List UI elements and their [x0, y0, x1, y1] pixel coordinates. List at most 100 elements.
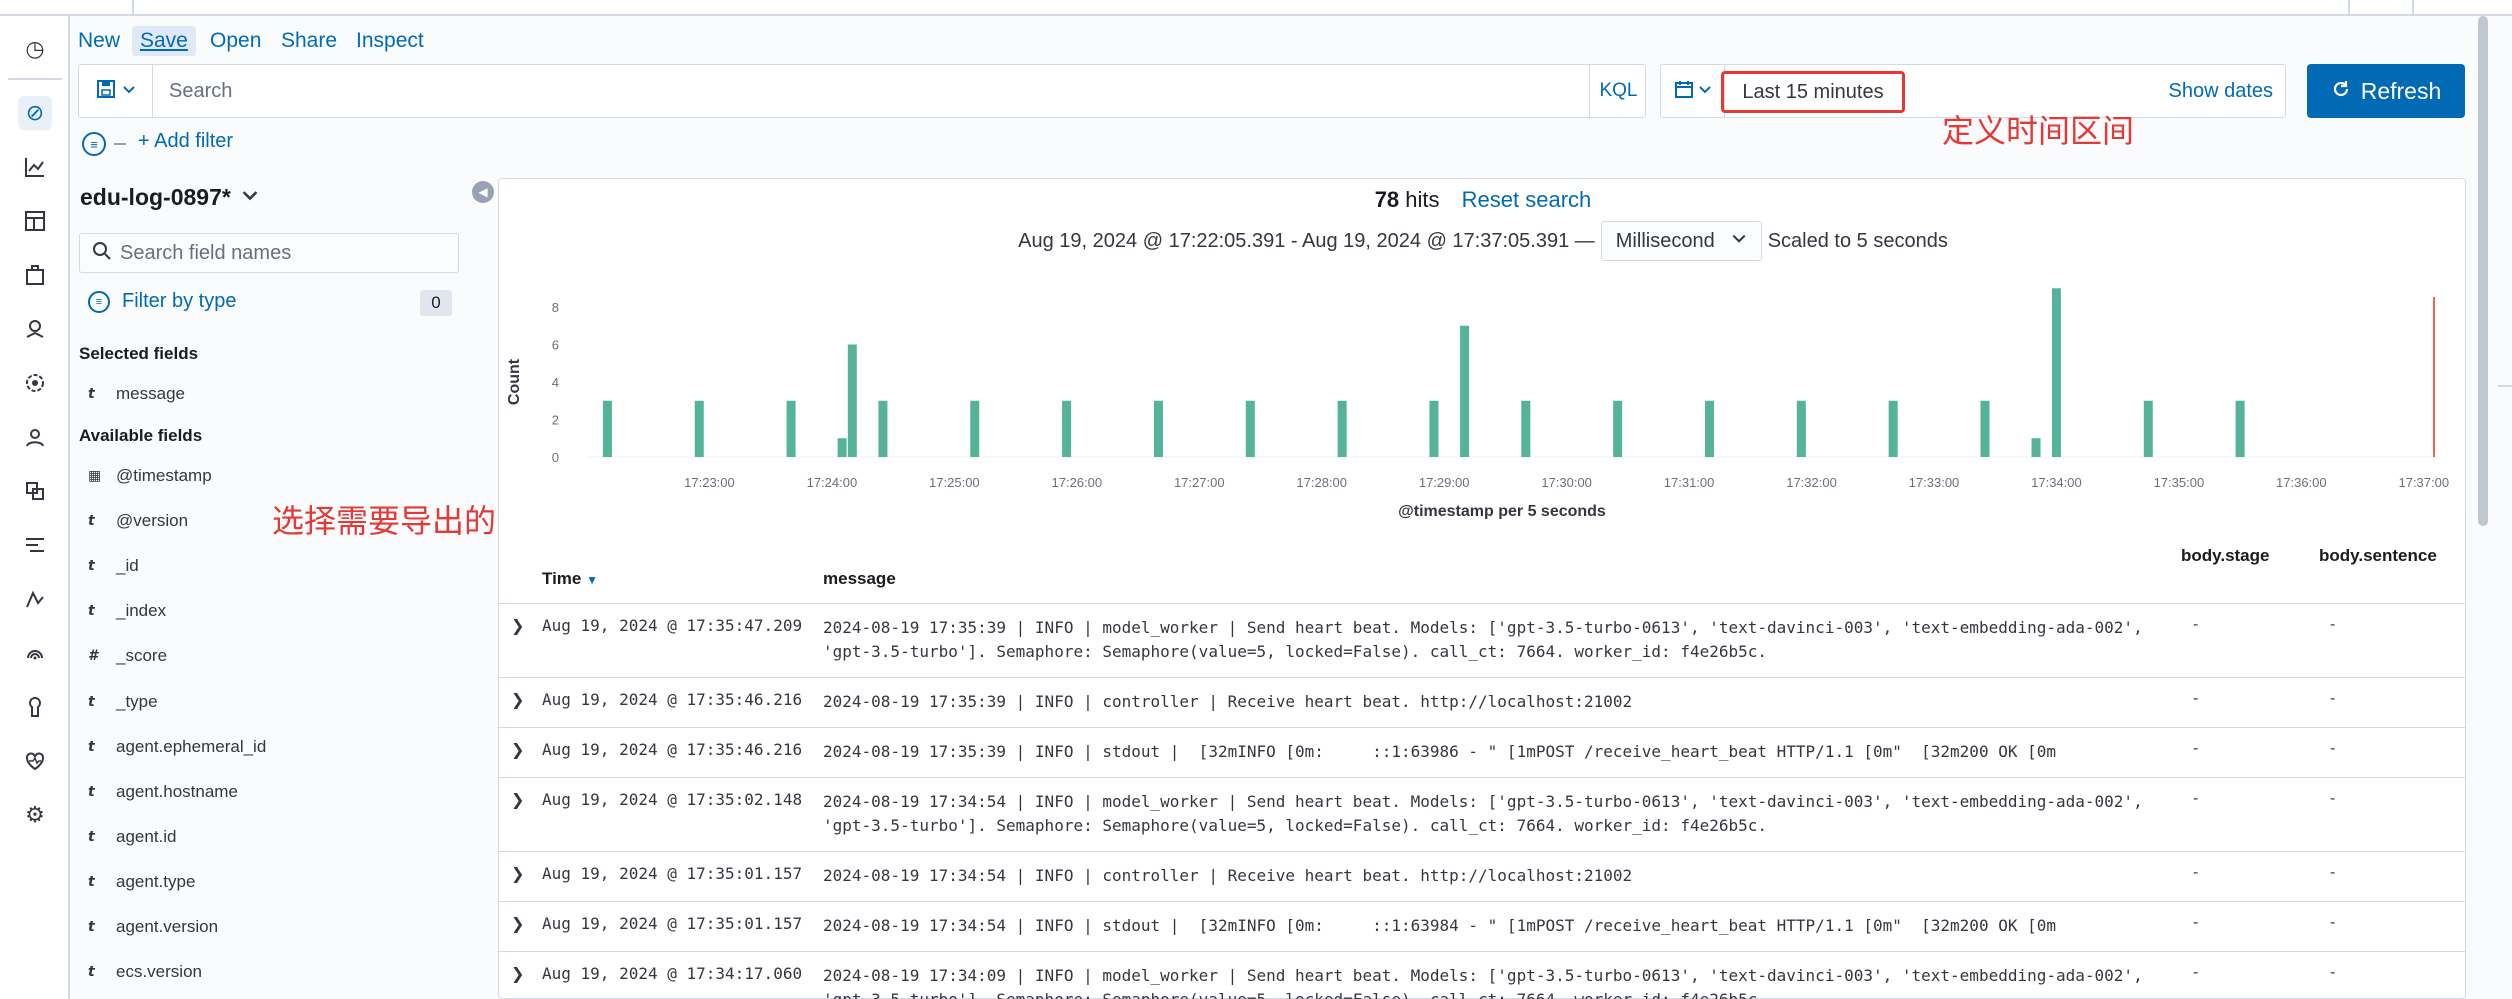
chevron-down-icon — [122, 81, 136, 102]
index-pattern-label: edu-log-0897* — [80, 184, 231, 210]
table-row[interactable]: ❯ Aug 19, 2024 @ 17:35:01.157 2024-08-19… — [499, 851, 2465, 901]
table-row[interactable]: ❯ Aug 19, 2024 @ 17:35:02.148 2024-08-19… — [499, 777, 2465, 851]
reset-search-link[interactable]: Reset search — [1462, 187, 1592, 212]
row-time: Aug 19, 2024 @ 17:34:17.060 — [542, 964, 803, 983]
histogram-bar — [837, 438, 847, 457]
maps-icon[interactable] — [18, 312, 52, 346]
interval-select[interactable]: Millisecond — [1600, 221, 1762, 261]
expand-row-icon[interactable]: ❯ — [511, 914, 524, 934]
settings-icon[interactable]: ⚙ — [18, 798, 52, 832]
expand-row-icon[interactable]: ❯ — [511, 964, 524, 984]
table-row[interactable]: ❯ Aug 19, 2024 @ 17:35:01.157 2024-08-19… — [499, 901, 2465, 951]
compass-icon[interactable]: ⊘ — [18, 96, 52, 130]
chart-icon[interactable] — [18, 150, 52, 184]
inspect-link[interactable]: Inspect — [356, 26, 424, 56]
refresh-button[interactable]: Refresh — [2307, 64, 2465, 118]
field-item-message[interactable]: t message — [88, 379, 185, 409]
x-tick-label: 17:25:00 — [929, 475, 980, 490]
users-icon[interactable] — [18, 420, 52, 454]
table-row[interactable]: ❯ Aug 19, 2024 @ 17:35:46.216 2024-08-19… — [499, 677, 2465, 727]
row-time: Aug 19, 2024 @ 17:35:47.209 — [542, 616, 803, 635]
field-name: agent.type — [116, 872, 196, 891]
range-text: Aug 19, 2024 @ 17:22:05.391 - Aug 19, 20… — [1018, 229, 1595, 252]
time-range-display[interactable]: Last 15 minutes — [1721, 71, 1905, 113]
field-item[interactable]: # _score — [88, 641, 167, 671]
index-pattern-selector[interactable]: edu-log-0897* — [80, 184, 259, 211]
row-stage: - — [2193, 964, 2199, 981]
sentence-column-header[interactable]: body.sentence — [2319, 546, 2437, 566]
open-link[interactable]: Open — [210, 26, 261, 56]
clock-icon[interactable]: ◷ — [18, 32, 52, 66]
x-tick-label: 17:27:00 — [1174, 475, 1225, 490]
histogram-bar — [1521, 400, 1531, 457]
scaled-note: Scaled to 5 seconds — [1767, 229, 1948, 252]
field-item[interactable]: t @version — [88, 506, 188, 536]
apm-icon[interactable] — [18, 582, 52, 616]
field-item[interactable]: t agent.hostname — [88, 777, 238, 807]
uptime-icon[interactable] — [18, 636, 52, 670]
number-type-icon: # — [88, 648, 98, 664]
expand-row-icon[interactable]: ❯ — [511, 790, 524, 810]
new-link[interactable]: New — [78, 26, 120, 56]
row-message: 2024-08-19 17:35:39 | INFO | stdout | [3… — [823, 742, 2056, 761]
collapse-sidebar-icon[interactable]: ◀ — [472, 181, 494, 203]
histogram-bar — [1337, 400, 1347, 457]
filter-by-type-button[interactable]: ≡ Filter by type — [88, 290, 236, 313]
field-name: _index — [116, 601, 167, 620]
string-type-icon: t — [88, 739, 95, 755]
message-column-header[interactable]: message — [823, 569, 896, 589]
histogram-bar — [878, 400, 888, 457]
field-item[interactable]: t _index — [88, 596, 166, 626]
field-item[interactable]: t agent.ephemeral_id — [88, 732, 266, 762]
histogram-bar — [2143, 400, 2153, 457]
show-dates-button[interactable]: Show dates — [2168, 65, 2273, 117]
x-tick-label: 17:33:00 — [1909, 475, 1960, 490]
page-scrollbar[interactable] — [2478, 16, 2488, 526]
expand-row-icon[interactable]: ❯ — [511, 616, 524, 636]
y-tick-label: 6 — [552, 338, 559, 353]
field-item[interactable]: ▦ @timestamp — [88, 461, 212, 491]
time-column-header[interactable]: Time ▼ — [542, 569, 598, 589]
field-name: _type — [116, 692, 158, 711]
field-item[interactable]: t _type — [88, 687, 158, 717]
x-axis-label: @timestamp per 5 seconds — [1398, 503, 1606, 519]
kql-toggle[interactable]: KQL — [1589, 65, 1647, 117]
field-item[interactable]: t ecs.version — [88, 957, 202, 987]
search-input[interactable] — [169, 73, 1659, 109]
dashboard-icon[interactable] — [18, 204, 52, 238]
filter-by-type-label: Filter by type — [122, 290, 237, 312]
expand-row-icon[interactable]: ❯ — [511, 740, 524, 760]
row-stage: - — [2193, 914, 2199, 931]
canvas-icon[interactable] — [18, 258, 52, 292]
saved-queries-button[interactable] — [79, 65, 153, 117]
string-type-icon: t — [88, 694, 95, 710]
row-message: 2024-08-19 17:34:54 | INFO | stdout | [3… — [823, 916, 2056, 935]
row-message: 2024-08-19 17:35:39 | INFO | controller … — [823, 692, 1633, 711]
table-row[interactable]: ❯ Aug 19, 2024 @ 17:35:47.209 2024-08-19… — [499, 603, 2465, 677]
results-panel: 78 hits Reset search Aug 19, 2024 @ 17:2… — [498, 178, 2466, 999]
share-link[interactable]: Share — [281, 26, 337, 56]
histogram-bar — [786, 400, 796, 457]
field-item[interactable]: t agent.version — [88, 912, 218, 942]
field-item[interactable]: t _id — [88, 551, 139, 581]
quick-menu-button[interactable] — [1661, 65, 1725, 117]
row-message: 2024-08-19 17:34:09 | INFO | model_worke… — [823, 966, 2143, 999]
logs-icon[interactable] — [18, 528, 52, 562]
save-link[interactable]: Save — [132, 26, 196, 56]
expand-row-icon[interactable]: ❯ — [511, 690, 524, 710]
monitoring-icon[interactable] — [18, 744, 52, 778]
table-row[interactable]: ❯ Aug 19, 2024 @ 17:34:17.060 2024-08-19… — [499, 951, 2465, 999]
field-name: agent.version — [116, 917, 219, 936]
expand-row-icon[interactable]: ❯ — [511, 864, 524, 884]
stage-column-header[interactable]: body.stage — [2181, 546, 2269, 566]
devtools-icon[interactable] — [18, 690, 52, 724]
ml-icon[interactable] — [18, 366, 52, 400]
field-item[interactable]: t agent.type — [88, 867, 195, 897]
field-search-input[interactable] — [120, 240, 450, 266]
table-row[interactable]: ❯ Aug 19, 2024 @ 17:35:46.216 2024-08-19… — [499, 727, 2465, 777]
add-filter-button[interactable]: + Add filter — [138, 130, 233, 153]
infra-icon[interactable] — [18, 474, 52, 508]
string-type-icon: t — [88, 919, 95, 935]
filter-options-icon[interactable]: ≡ — [82, 132, 106, 156]
field-item[interactable]: t agent.id — [88, 822, 177, 852]
